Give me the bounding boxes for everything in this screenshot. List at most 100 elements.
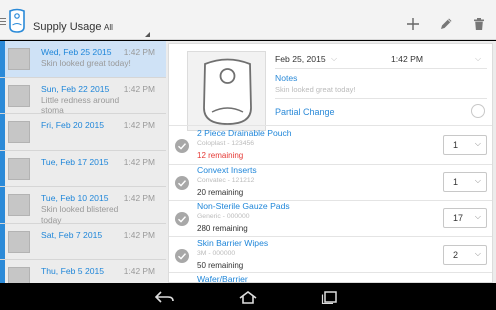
home-button[interactable] (236, 287, 260, 307)
divider (169, 236, 492, 237)
edit-button[interactable] (436, 14, 456, 34)
row-accent (0, 114, 5, 150)
supply-remaining: 20 remaining (197, 188, 244, 197)
log-row[interactable]: Sun, Feb 22 2015 1:42 PM Little redness … (0, 77, 166, 116)
quantity-stepper[interactable]: 1 ⌵ (443, 172, 487, 192)
recents-button[interactable] (318, 287, 342, 307)
supply-brand: Coloplast - 123456 (197, 140, 255, 147)
time-caret-icon: ⌵ (475, 54, 482, 63)
row-accent (0, 77, 5, 113)
stoma-thumbnail (8, 194, 30, 216)
quantity-stepper[interactable]: 1 ⌵ (443, 135, 487, 155)
dropdown-arrow-icon (145, 32, 150, 37)
delete-button[interactable] (469, 14, 489, 34)
back-button[interactable] (153, 287, 177, 307)
log-date: Sat, Feb 7 2015 (41, 229, 103, 240)
supply-name: 2 Piece Drainable Pouch (197, 128, 292, 138)
stoma-thumbnail (8, 84, 30, 107)
supply-item[interactable]: 2 Piece Drainable Pouch Coloplast - 1234… (169, 128, 492, 165)
supply-item[interactable]: Wafer/Barrier (169, 274, 492, 282)
row-accent (0, 223, 5, 259)
log-time: 1:42 PM (123, 229, 155, 240)
log-row[interactable]: Thu, Feb 5 2015 1:42 PM (0, 260, 166, 283)
supply-brand: 3M - 000000 (197, 250, 236, 257)
log-date: Sun, Feb 22 2015 (41, 83, 110, 94)
supply-name: Skin Barrier Wipes (197, 238, 269, 248)
system-nav-bar (0, 283, 496, 310)
quantity-value: 2 (453, 250, 459, 260)
chevron-down-icon: ⌵ (474, 139, 481, 148)
plus-icon (407, 18, 419, 30)
divider (169, 125, 492, 126)
quantity-value: 17 (453, 213, 464, 223)
log-time: 1:42 PM (123, 47, 155, 57)
supply-item[interactable]: Non-Sterile Gauze Pads Generic - 000000 … (169, 201, 492, 238)
stoma-photo[interactable] (187, 51, 266, 131)
chevron-down-icon: ⌵ (474, 176, 481, 185)
quantity-stepper[interactable]: 2 ⌵ (443, 245, 487, 265)
quantity-value: 1 (453, 140, 459, 150)
supply-brand: Convatec - 121212 (197, 177, 255, 184)
log-row[interactable]: Fri, Feb 20 2015 1:42 PM (0, 114, 166, 151)
supply-name: Non-Sterile Gauze Pads (197, 201, 290, 211)
back-icon (154, 291, 174, 303)
notes-label[interactable]: Notes (275, 73, 297, 83)
log-date: Thu, Feb 5 2015 (41, 266, 105, 276)
add-button[interactable] (403, 14, 423, 34)
log-time: 1:42 PM (123, 83, 155, 94)
divider (275, 98, 487, 99)
row-accent (0, 150, 5, 186)
date-caret-icon: ⌵ (331, 54, 338, 63)
divider (275, 68, 487, 69)
log-time: 1:42 PM (123, 193, 155, 203)
filter-value: All (104, 23, 113, 32)
app-logo-icon[interactable] (7, 8, 27, 34)
check-icon[interactable] (175, 249, 189, 263)
change-date-field[interactable]: Feb 25, 2015 (275, 54, 326, 64)
supply-remaining: 50 remaining (197, 261, 244, 270)
row-accent (0, 41, 5, 77)
log-row[interactable]: Wed, Feb 25 2015 1:42 PM Skin looked gre… (0, 41, 166, 78)
log-row[interactable]: Tue, Feb 17 2015 1:42 PM (0, 150, 166, 187)
log-note: Little redness around stoma (41, 94, 120, 116)
notes-text[interactable]: Skin looked great today! (275, 85, 355, 94)
supply-remaining: 280 remaining (197, 224, 248, 233)
log-note: Skin looked great today! (41, 58, 131, 68)
drawer-indicator-icon[interactable] (0, 18, 6, 26)
stoma-thumbnail (8, 267, 30, 283)
supply-item[interactable]: Convext Inserts Convatec - 121212 20 rem… (169, 165, 492, 202)
log-date: Tue, Feb 10 2015 (41, 193, 109, 203)
log-row[interactable]: Tue, Feb 10 2015 1:42 PM Skin looked bli… (0, 187, 166, 225)
pencil-icon (441, 18, 452, 29)
row-accent (0, 260, 5, 283)
stoma-thumbnail (8, 121, 30, 143)
filter-dropdown[interactable]: All (100, 18, 152, 40)
trash-icon (474, 18, 484, 30)
log-date: Wed, Feb 25 2015 (41, 47, 112, 57)
supply-brand: Generic - 000000 (197, 213, 250, 220)
row-accent (0, 187, 5, 223)
detail-card: Feb 25, 2015 ⌵ 1:42 PM ⌵ Notes Skin look… (168, 43, 493, 283)
page-title: Supply Usage (33, 21, 102, 33)
log-date: Fri, Feb 20 2015 (41, 120, 105, 130)
log-row[interactable]: Sat, Feb 7 2015 1:42 PM (0, 223, 166, 260)
check-icon[interactable] (175, 139, 189, 153)
partial-change-radio[interactable] (471, 104, 485, 118)
divider (169, 272, 492, 273)
log-date: Tue, Feb 17 2015 (41, 156, 109, 167)
supply-item[interactable]: Skin Barrier Wipes 3M - 000000 50 remain… (169, 238, 492, 275)
chevron-down-icon: ⌵ (474, 249, 481, 258)
log-time: 1:42 PM (123, 266, 155, 276)
stoma-thumbnail (8, 230, 30, 253)
usage-log-list: Wed, Feb 25 2015 1:42 PM Skin looked gre… (0, 41, 166, 283)
check-icon[interactable] (175, 176, 189, 190)
check-icon[interactable] (175, 212, 189, 226)
log-note: Skin looked blistered today (41, 204, 119, 225)
supply-remaining: 12 remaining (197, 151, 244, 160)
quantity-stepper[interactable]: 17 ⌵ (443, 208, 487, 228)
change-time-field[interactable]: 1:42 PM (391, 54, 423, 64)
recents-icon (321, 291, 337, 304)
stoma-thumbnail (8, 157, 30, 180)
supply-name: Convext Inserts (197, 165, 257, 175)
chevron-down-icon: ⌵ (474, 212, 481, 221)
